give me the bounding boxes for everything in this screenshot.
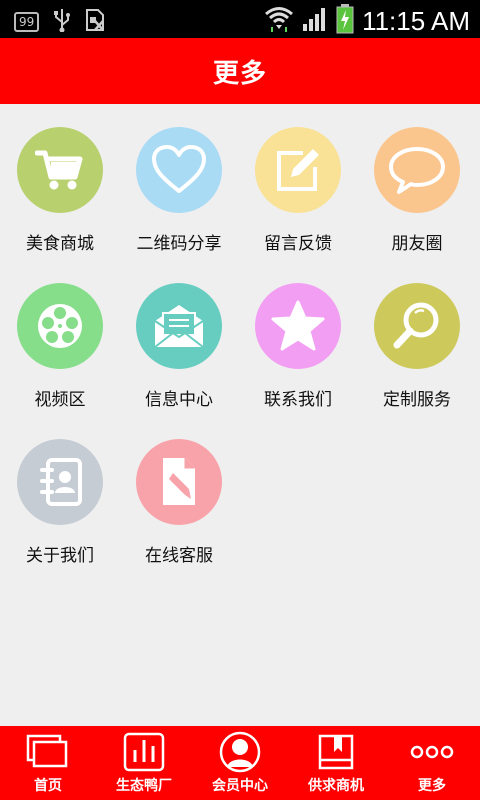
grid-item-label: 二维码分享: [136, 234, 222, 254]
status-bar: 99 11:15 AM: [0, 0, 480, 38]
grid-item-feedback[interactable]: 留言反馈: [238, 127, 358, 254]
grid-item-label: 留言反馈: [264, 234, 332, 254]
grid-item-icon-circle: [136, 283, 222, 369]
tab-label: 会员中心: [212, 778, 268, 794]
edit-note-icon: [277, 149, 319, 191]
notification-count-icon: 99: [14, 12, 40, 32]
grid-item-moments[interactable]: 朋友圈: [357, 127, 477, 254]
grid-item-label: 联系我们: [264, 390, 332, 410]
grid-item-label: 信息中心: [145, 390, 213, 410]
grid-item-icon-circle: [374, 283, 460, 369]
status-right: 11:15 AM: [264, 4, 470, 38]
contact-book-icon: [40, 458, 82, 506]
tab-label: 供求商机: [308, 778, 364, 794]
windows-icon: [26, 731, 70, 773]
grid-item-icon-circle: [136, 439, 222, 525]
tab-home[interactable]: 首页: [0, 726, 96, 800]
tab-label: 首页: [34, 778, 62, 794]
sim-card-icon: [85, 8, 107, 36]
grid-item-label: 关于我们: [26, 546, 94, 566]
magnifier-icon: [393, 302, 439, 349]
usb-icon: [53, 8, 71, 36]
grid-item-icon-circle: [17, 127, 103, 213]
grid-item-icon-circle: [136, 127, 222, 213]
tab-label: 生态鸭厂: [116, 778, 172, 794]
book-bookmark-icon: [316, 731, 356, 773]
tab-duck-farm[interactable]: 生态鸭厂: [96, 726, 192, 800]
tab-more[interactable]: 更多: [384, 726, 480, 800]
grid-item-icon-circle: [255, 127, 341, 213]
user-avatar-icon: [219, 731, 261, 773]
bar-chart-icon: [123, 731, 165, 773]
grid-item-about-us[interactable]: 关于我们: [0, 439, 120, 566]
grid-item-icon-circle: [255, 283, 341, 369]
cart-icon: [35, 150, 83, 190]
star-icon: [271, 300, 325, 351]
status-left: 99: [14, 8, 107, 36]
tab-member-center[interactable]: 会员中心: [192, 726, 288, 800]
grid-item-label: 美食商城: [26, 234, 94, 254]
more-dots-icon: [410, 731, 454, 773]
grid-item-label: 定制服务: [383, 390, 451, 410]
heart-icon: [152, 145, 206, 193]
page-title: 更多: [212, 58, 267, 89]
grid-item-label: 视频区: [34, 390, 86, 410]
grid-item-label: 朋友圈: [391, 234, 443, 254]
grid-item-food-mall[interactable]: 美食商城: [0, 127, 120, 254]
pencil-doc-icon: [163, 458, 195, 505]
mail-open-icon: [154, 305, 204, 348]
grid-item-online-support[interactable]: 在线客服: [119, 439, 239, 566]
bottom-tab-bar: 首页 生态鸭厂 会员中心 供求商机 更多: [0, 726, 480, 800]
film-reel-icon: [38, 304, 82, 348]
signal-icon: [302, 6, 328, 36]
tab-label: 更多: [418, 778, 446, 794]
status-clock: 11:15 AM: [362, 5, 470, 36]
grid-item-info-center[interactable]: 信息中心: [119, 283, 239, 410]
chat-bubble-icon: [389, 147, 445, 194]
grid-item-qr-share[interactable]: 二维码分享: [119, 127, 239, 254]
wifi-icon: [264, 5, 294, 37]
grid-item-contact-us[interactable]: 联系我们: [238, 283, 358, 410]
battery-icon: [336, 4, 354, 38]
grid-item-icon-circle: [17, 283, 103, 369]
grid-item-icon-circle: [17, 439, 103, 525]
grid-item-custom-service[interactable]: 定制服务: [357, 283, 477, 410]
grid-item-video[interactable]: 视频区: [0, 283, 120, 410]
grid-item-icon-circle: [374, 127, 460, 213]
app-header: 更多: [0, 38, 480, 104]
grid-item-label: 在线客服: [145, 546, 213, 566]
tab-supply-demand[interactable]: 供求商机: [288, 726, 384, 800]
